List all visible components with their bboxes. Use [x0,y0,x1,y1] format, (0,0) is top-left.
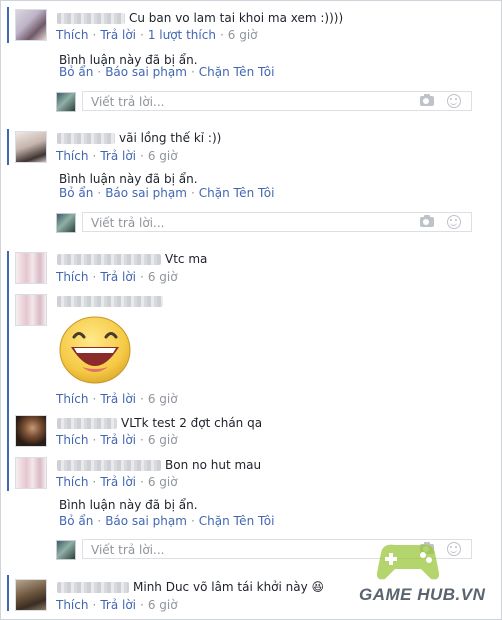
timestamp[interactable]: 6 giờ [148,475,178,489]
avatar[interactable] [15,131,47,163]
reply-input[interactable]: Viết trả lời... [82,91,472,111]
my-avatar [56,540,76,560]
reply-link[interactable]: Trả lời [100,433,136,447]
comment-text: Bon no hut mau [165,458,262,472]
avatar[interactable] [15,579,47,611]
hidden-actions: Bỏ ẩn · Báo sai phạm · Chặn Tên Tôi [59,186,275,200]
thread-bar [7,129,9,165]
reply-link[interactable]: Trả lời [100,475,136,489]
comment-line [57,293,167,309]
like-link[interactable]: Thích [56,392,88,406]
hidden-actions: Bỏ ẩn · Báo sai phạm · Chặn Tên Tôi [59,514,275,528]
timestamp[interactable]: 6 giờ [148,270,178,284]
like-link[interactable]: Thích [56,28,88,42]
my-avatar [56,213,76,233]
reply-link[interactable]: Trả lời [100,149,136,163]
emoji-icon[interactable] [447,94,461,108]
comment-text: Minh Duc võ lâm tái khởi này 😆 [133,580,325,594]
comment-text: Cu ban vo lam tai khoi ma xem :)))) [129,11,344,25]
thread-bar [7,575,9,611]
camera-icon[interactable] [420,94,434,106]
like-link[interactable]: Thích [56,598,88,612]
timestamp[interactable]: 6 giờ [148,149,178,163]
reply-placeholder: Viết trả lời... [91,95,165,109]
unhide-link[interactable]: Bỏ ẩn [59,514,93,528]
reply-link[interactable]: Trả lời [100,270,136,284]
watermark-text: GAME HUB.VN [359,585,486,604]
comment-text: VLTk test 2 đợt chán qa [121,416,263,430]
avatar[interactable] [15,415,47,447]
report-link[interactable]: Báo sai phạm [105,514,187,528]
block-link[interactable]: Chặn Tên Tôi [199,514,275,528]
like-link[interactable]: Thích [56,270,88,284]
comment-line: Minh Duc võ lâm tái khởi này 😆 [57,579,324,595]
like-link[interactable]: Thích [56,433,88,447]
avatar[interactable] [15,457,47,489]
comment-actions: Thích · Trả lời · 6 giờ [56,149,178,163]
reply-placeholder: Viết trả lời... [91,216,165,230]
comment-line: vãi lồng thế kỉ :)) [57,130,221,146]
emoji-icon[interactable] [447,215,461,229]
author-name-blurred[interactable] [57,254,161,265]
comments-panel: Cu ban vo lam tai khoi ma xem :)))) Thíc… [0,0,502,620]
comment-line: VLTk test 2 đợt chán qa [57,415,262,431]
comment-text: Vtc ma [165,252,208,266]
block-link[interactable]: Chặn Tên Tôi [199,186,275,200]
timestamp[interactable]: 6 giờ [148,598,178,612]
camera-icon[interactable] [420,215,434,227]
author-name-blurred[interactable] [57,296,163,307]
timestamp[interactable]: 6 giờ [228,28,258,42]
report-link[interactable]: Báo sai phạm [105,186,187,200]
watermark: GAME HUB.VN [359,539,485,611]
my-avatar [56,92,76,112]
hidden-actions: Bỏ ẩn · Báo sai phạm · Chặn Tên Tôi [59,65,275,79]
likes-count-link[interactable]: 1 lượt thích [148,28,216,42]
author-name-blurred[interactable] [57,460,161,471]
like-link[interactable]: Thích [56,475,88,489]
unhide-link[interactable]: Bỏ ẩn [59,65,93,79]
block-link[interactable]: Chặn Tên Tôi [199,65,275,79]
timestamp[interactable]: 6 giờ [148,433,178,447]
comment-actions: Thích · Trả lời · 6 giờ [56,433,178,447]
comment-line: Vtc ma [57,251,207,267]
avatar[interactable] [15,252,47,284]
comment-actions: Thích · Trả lời · 6 giờ [56,270,178,284]
thread-bar [7,7,9,43]
reply-placeholder: Viết trả lời... [91,543,165,557]
comment-actions: Thích · Trả lời · 1 lượt thích · 6 giờ [56,28,258,42]
author-name-blurred[interactable] [57,13,125,24]
avatar[interactable] [15,294,47,326]
comment-actions: Thích · Trả lời · 6 giờ [56,598,178,612]
unhide-link[interactable]: Bỏ ẩn [59,186,93,200]
report-link[interactable]: Báo sai phạm [105,65,187,79]
comment-text: vãi lồng thế kỉ :)) [119,131,222,145]
author-name-blurred[interactable] [57,133,115,144]
author-name-blurred[interactable] [57,418,117,429]
comment-actions: Thích · Trả lời · 6 giờ [56,475,178,489]
reply-link[interactable]: Trả lời [100,392,136,406]
like-link[interactable]: Thích [56,149,88,163]
hidden-notice: Bình luận này đã bị ẩn. [59,498,198,512]
comment-line: Bon no hut mau [57,457,261,473]
reply-link[interactable]: Trả lời [100,28,136,42]
gamepad-logo-icon [376,544,440,580]
comment-actions: Thích · Trả lời · 6 giờ [56,392,178,406]
comment-line: Cu ban vo lam tai khoi ma xem :)))) [57,10,343,26]
laughing-face-sticker[interactable] [58,315,132,385]
avatar[interactable] [15,9,47,41]
thread-bar [7,251,9,491]
author-name-blurred[interactable] [57,582,129,593]
reply-input[interactable]: Viết trả lời... [82,212,472,232]
timestamp[interactable]: 6 giờ [148,392,178,406]
reply-link[interactable]: Trả lời [100,598,136,612]
